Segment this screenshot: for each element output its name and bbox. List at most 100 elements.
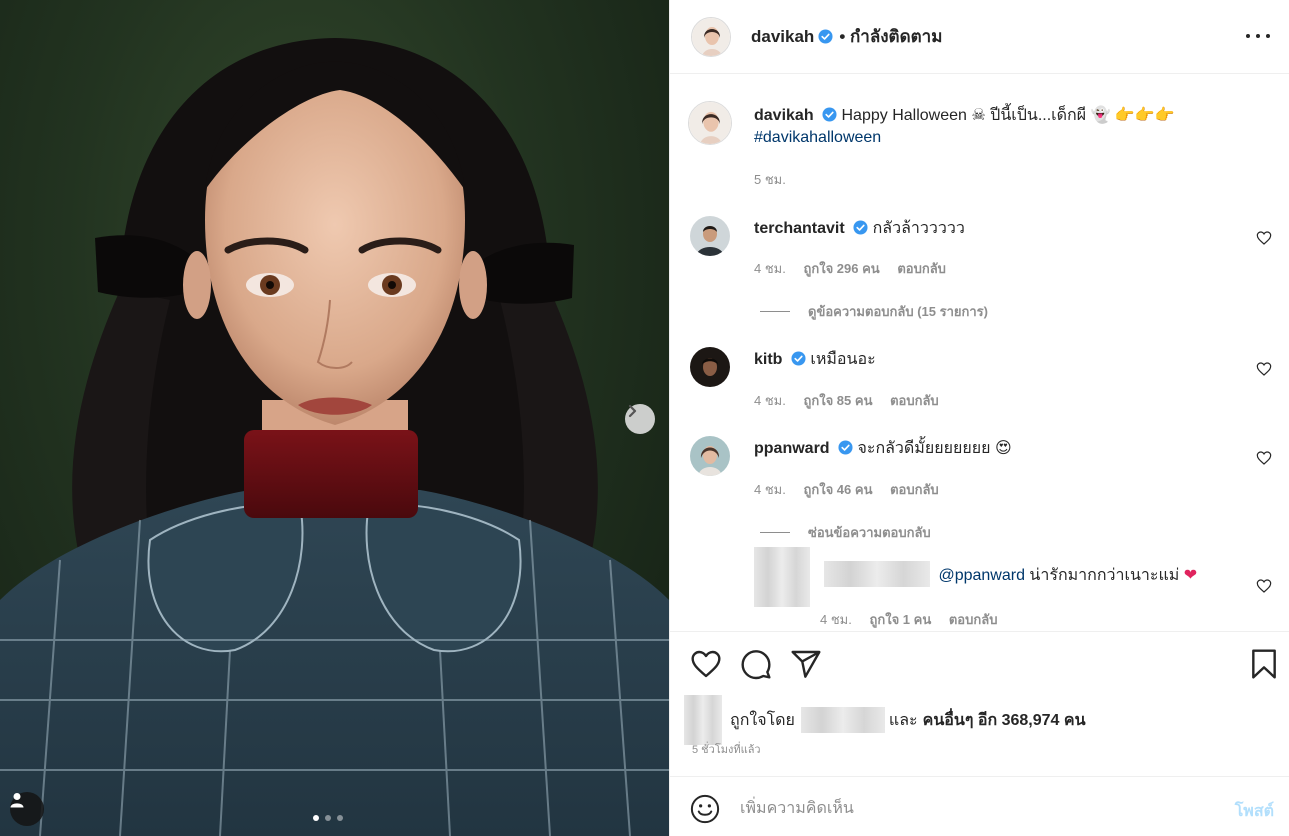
add-comment-bar: โพสต์ xyxy=(670,776,1289,836)
verified-badge-icon xyxy=(853,220,868,235)
more-options-button[interactable] xyxy=(1246,24,1270,48)
comment-like-count[interactable]: ถูกใจ 85 คน xyxy=(803,393,872,408)
comment-timestamp[interactable]: 4 ชม. xyxy=(754,482,786,497)
reply-meta: 4 ชม. ถูกใจ 1 คน ตอบกลับ xyxy=(820,609,1011,630)
commenter-avatar[interactable] xyxy=(690,436,730,476)
verified-badge-icon xyxy=(838,440,853,455)
reply-button[interactable]: ตอบกลับ xyxy=(890,393,939,408)
reply-timestamp[interactable]: 4 ชม. xyxy=(820,612,852,627)
carousel-dot-1 xyxy=(313,815,319,821)
commenter-avatar-image xyxy=(690,347,730,387)
view-replies-toggle[interactable]: ดูข้อความตอบกลับ (15 รายการ) xyxy=(760,301,988,322)
liker-avatar-blurred[interactable] xyxy=(684,695,722,745)
author-username[interactable]: davikah xyxy=(751,27,814,47)
caption-text: davikah Happy Halloween ☠ ปีนี้เป็น...เด… xyxy=(754,105,1175,149)
comment-input[interactable] xyxy=(740,795,1200,823)
comment-timestamp[interactable]: 4 ชม. xyxy=(754,393,786,408)
comment-heart-icon[interactable] xyxy=(1256,230,1272,246)
commenter-avatar-image xyxy=(690,436,730,476)
more-horizontal-icon-dot xyxy=(1266,34,1270,38)
author-avatar[interactable] xyxy=(688,101,732,145)
carousel-indicator xyxy=(313,815,343,821)
bookmark-icon[interactable] xyxy=(1248,648,1280,680)
instagram-post-modal: davikah • กำลังติดตาม davikah Happy Hall… xyxy=(0,0,1289,836)
chevron-right-icon xyxy=(628,404,637,418)
paper-plane-icon[interactable] xyxy=(790,648,822,680)
verified-badge-icon xyxy=(818,29,833,44)
comment-text: kitb เหมือนอะ xyxy=(754,349,876,371)
reply-mention[interactable]: @ppanward xyxy=(938,567,1025,584)
heart-icon[interactable] xyxy=(690,648,722,680)
post-comment-button[interactable]: โพสต์ xyxy=(1235,799,1274,824)
verified-badge-icon xyxy=(791,351,806,366)
liker-username-blurred[interactable] xyxy=(800,707,885,733)
comment-body: จะกลัวดีมั้ยยยยยยย xyxy=(857,440,991,457)
tagged-users-button[interactable] xyxy=(10,792,44,826)
comment-like-count[interactable]: ถูกใจ 296 คน xyxy=(803,261,879,276)
reply-button[interactable]: ตอบกลับ xyxy=(890,482,939,497)
reply-heart-icon[interactable] xyxy=(1256,578,1272,594)
caption-continuation: ปีนี้เป็น...เด็กผี xyxy=(990,107,1087,124)
post-side-panel: davikah • กำลังติดตาม davikah Happy Hall… xyxy=(669,0,1289,836)
ghost-emoji: 👻 xyxy=(1090,107,1111,124)
comment-timestamp[interactable]: 4 ชม. xyxy=(754,261,786,276)
heart-eyes-emoji: 😍 xyxy=(994,440,1012,457)
comment-like-count[interactable]: ถูกใจ 46 คน xyxy=(803,482,872,497)
hide-replies-toggle[interactable]: ซ่อนข้อความตอบกลับ xyxy=(760,522,931,543)
comment-body: เหมือนอะ xyxy=(810,351,876,368)
reply-text: @ppanward น่ารักมากกว่าเนาะแม่ ❤ xyxy=(824,561,1197,587)
caption-timestamp[interactable]: 5 ชม. xyxy=(754,172,786,187)
more-horizontal-icon-dot xyxy=(1256,34,1260,38)
likes-others-count[interactable]: คนอื่นๆ อีก 368,974 คน xyxy=(923,708,1086,733)
view-replies-label[interactable]: ดูข้อความตอบกลับ (15 รายการ) xyxy=(808,301,988,322)
comment-text: terchantavit กลัวล้าววววว xyxy=(754,218,965,240)
author-avatar[interactable] xyxy=(691,16,731,57)
comment-text: ppanward จะกลัวดีมั้ยยยยยยย 😍 xyxy=(754,438,1012,460)
carousel-dot-3 xyxy=(337,815,343,821)
comment-body: กลัวล้าววววว xyxy=(872,220,965,237)
commenter-avatar-image xyxy=(690,216,730,256)
commenter-username[interactable]: ppanward xyxy=(754,440,830,457)
comment-heart-icon[interactable] xyxy=(1256,361,1272,377)
likes-and: และ xyxy=(888,711,918,729)
commenter-avatar[interactable] xyxy=(690,216,730,256)
author-avatar-image xyxy=(689,102,731,144)
post-photo[interactable] xyxy=(0,0,669,836)
reply-username-blurred[interactable] xyxy=(824,561,930,587)
skull-emoji: ☠ xyxy=(971,107,986,124)
caption-meta: 5 ชม. xyxy=(754,169,800,190)
comment-meta: 4 ชม. ถูกใจ 296 คน ตอบกลับ xyxy=(754,258,960,279)
follow-status[interactable]: • กำลังติดตาม xyxy=(839,23,942,50)
comments-list[interactable]: davikah Happy Halloween ☠ ปีนี้เป็น...เด… xyxy=(670,75,1289,630)
commenter-username[interactable]: terchantavit xyxy=(754,220,845,237)
commenter-username[interactable]: kitb xyxy=(754,351,782,368)
more-horizontal-icon-dot xyxy=(1246,34,1250,38)
reply-button[interactable]: ตอบกลับ xyxy=(949,612,998,627)
hide-replies-label[interactable]: ซ่อนข้อความตอบกลับ xyxy=(808,522,931,543)
comment-heart-icon[interactable] xyxy=(1256,450,1272,466)
user-tag-icon xyxy=(10,793,24,808)
comment-bubble-icon[interactable] xyxy=(740,648,772,680)
commenter-avatar[interactable] xyxy=(690,347,730,387)
verified-badge-icon xyxy=(822,107,837,122)
caption-body: Happy Halloween xyxy=(841,107,967,124)
comment-meta: 4 ชม. ถูกใจ 46 คน ตอบกลับ xyxy=(754,479,953,500)
follow-status-label[interactable]: กำลังติดตาม xyxy=(850,27,942,46)
reply-button[interactable]: ตอบกลับ xyxy=(897,261,946,276)
carousel-dot-2 xyxy=(325,815,331,821)
portrait-illustration xyxy=(0,38,669,836)
carousel-next-button[interactable] xyxy=(625,404,655,434)
likes-summary: ถูกใจโดย และ คนอื่นๆ อีก 368,974 คน xyxy=(684,695,1086,745)
caption-hashtag[interactable]: #davikahalloween xyxy=(754,129,881,146)
red-heart-emoji: ❤ xyxy=(1183,567,1198,584)
comment-meta: 4 ชม. ถูกใจ 85 คน ตอบกลับ xyxy=(754,390,953,411)
replies-divider-line xyxy=(760,532,790,533)
reply-like-count[interactable]: ถูกใจ 1 คน xyxy=(869,612,931,627)
smiley-icon[interactable] xyxy=(690,794,720,824)
reply-avatar-blurred[interactable] xyxy=(754,547,810,607)
replies-divider-line xyxy=(760,311,790,312)
author-avatar-image xyxy=(692,17,730,56)
post-header: davikah • กำลังติดตาม xyxy=(670,0,1289,74)
caption-username[interactable]: davikah xyxy=(754,107,814,124)
post-time-ago[interactable]: 5 ชั่วโมงที่แล้ว xyxy=(692,740,761,758)
